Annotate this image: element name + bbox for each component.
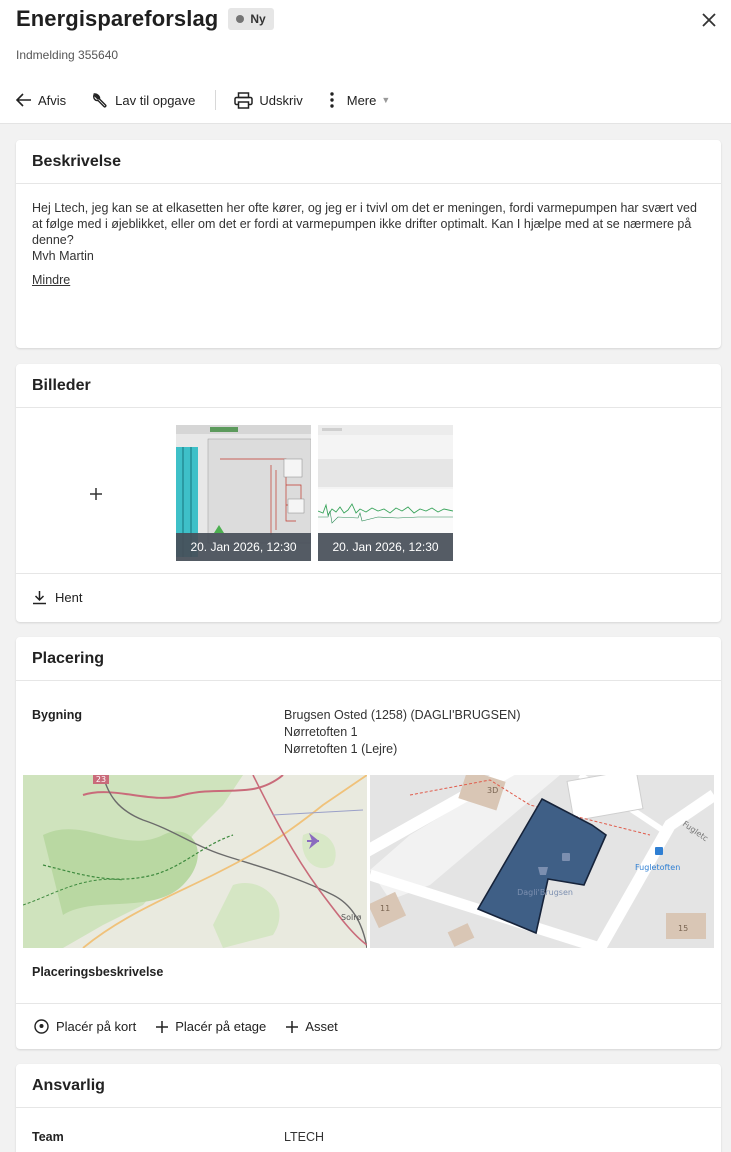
page-title: Energispareforslag [16, 6, 219, 31]
responsible-card: Ansvarlig Team LTECH [16, 1064, 721, 1152]
close-icon [702, 13, 716, 27]
reject-button[interactable]: Afvis [16, 93, 66, 108]
team-label: Team [32, 1130, 64, 1144]
road-number-label: 23 [96, 775, 106, 784]
toolbar: Afvis Lav til opgave Udskriv Mere ▼ [16, 88, 416, 112]
add-asset-button[interactable]: Asset [286, 1019, 338, 1034]
close-button[interactable] [697, 8, 721, 32]
plus-icon [286, 1020, 299, 1033]
building-name: Brugsen Osted (1258) (DAGLI'BRUGSEN) [284, 708, 521, 722]
header: Energispareforslag Ny Indmelding 355640 … [0, 0, 731, 124]
house-11-label: 11 [380, 904, 390, 913]
make-task-label: Lav til opgave [115, 92, 196, 108]
more-vertical-icon [330, 92, 334, 108]
description-body: Hej Ltech, jeg kan se at elkasetten her … [32, 201, 697, 247]
building-address-1: Nørretoften 1 [284, 725, 358, 739]
overview-map[interactable]: 23 Solrø [23, 775, 367, 948]
print-button[interactable]: Udskriv [234, 91, 303, 109]
image-thumbnail-2[interactable]: 20. Jan 2026, 12:30 [318, 425, 453, 561]
plus-icon [90, 488, 102, 500]
detail-map[interactable]: 3D Dagli'Brugsen Fugletoften Fugletc 11 … [370, 775, 714, 948]
building-info: Brugsen Osted (1258) (DAGLI'BRUGSEN) Nør… [284, 707, 521, 758]
place-on-floor-label: Placér på etage [175, 1019, 267, 1034]
add-image-button[interactable] [32, 426, 160, 562]
image-gallery: 20. Jan 2026, 12:30 20. Jan 2026, 12:30 [16, 408, 721, 574]
wrench-icon [93, 92, 107, 108]
detail-map-image: 3D Dagli'Brugsen Fugletoften Fugletc 11 … [370, 775, 714, 948]
chevron-down-icon: ▼ [381, 95, 391, 105]
team-value: LTECH [284, 1130, 325, 1144]
place-on-map-button[interactable]: Placér på kort [34, 1019, 136, 1034]
download-label: Hent [55, 589, 83, 605]
image-timestamp-2: 20. Jan 2026, 12:30 [318, 533, 453, 561]
town-label: Solrø [341, 913, 361, 922]
responsible-title: Ansvarlig [16, 1064, 721, 1108]
overview-map-image: 23 Solrø [23, 775, 367, 948]
download-button[interactable]: Hent [16, 574, 721, 620]
print-label: Udskriv [259, 92, 303, 108]
house-15-label: 15 [678, 924, 688, 933]
title-row: Energispareforslag Ny [16, 6, 274, 32]
placement-card: Placering Bygning Brugsen Osted (1258) (… [16, 637, 721, 1049]
placement-description-label: Placeringsbeskrivelse [32, 965, 164, 979]
report-number: Indmelding 355640 [16, 48, 119, 62]
images-card: Billeder 20. Jan 2026, 12:30 20. Jan 202… [16, 364, 721, 622]
arrow-left-icon [16, 93, 31, 107]
plus-icon [156, 1020, 169, 1033]
status-dot-icon [236, 15, 245, 23]
description-card: Beskrivelse Hej Ltech, jeg kan se at elk… [16, 140, 721, 348]
more-label: Mere [346, 92, 377, 108]
image-thumbnail-1[interactable]: 20. Jan 2026, 12:30 [176, 425, 311, 561]
place-on-floor-button[interactable]: Placér på etage [156, 1019, 266, 1034]
house-3d-label: 3D [487, 786, 498, 795]
reject-label: Afvis [38, 92, 67, 108]
building-address-2: Nørretoften 1 (Lejre) [284, 742, 398, 756]
description-text: Hej Ltech, jeg kan se at elkasetten her … [16, 184, 721, 264]
asset-label: Asset [305, 1019, 338, 1034]
status-badge: Ny [228, 8, 274, 30]
description-title: Beskrivelse [16, 140, 721, 184]
store-map-label: Dagli'Brugsen [517, 888, 573, 897]
placement-title: Placering [16, 637, 721, 681]
toolbar-divider [215, 90, 217, 110]
description-signature: Mvh Martin [32, 249, 94, 263]
place-on-map-label: Placér på kort [56, 1019, 137, 1034]
image-timestamp-1: 20. Jan 2026, 12:30 [176, 533, 311, 561]
show-less-link[interactable]: Mindre [32, 273, 70, 287]
printer-icon [234, 91, 254, 109]
bus-stop-label: Fugletoften [635, 863, 680, 872]
make-task-button[interactable]: Lav til opgave [92, 92, 195, 109]
placement-actions: Placér på kort Placér på etage Asset [16, 1003, 721, 1049]
status-badge-label: Ny [250, 12, 266, 26]
images-title: Billeder [16, 364, 721, 408]
map-pin-icon [34, 1019, 49, 1034]
download-icon [33, 590, 46, 604]
more-menu-button[interactable]: Mere ▼ [329, 92, 391, 108]
building-label: Bygning [32, 708, 82, 722]
